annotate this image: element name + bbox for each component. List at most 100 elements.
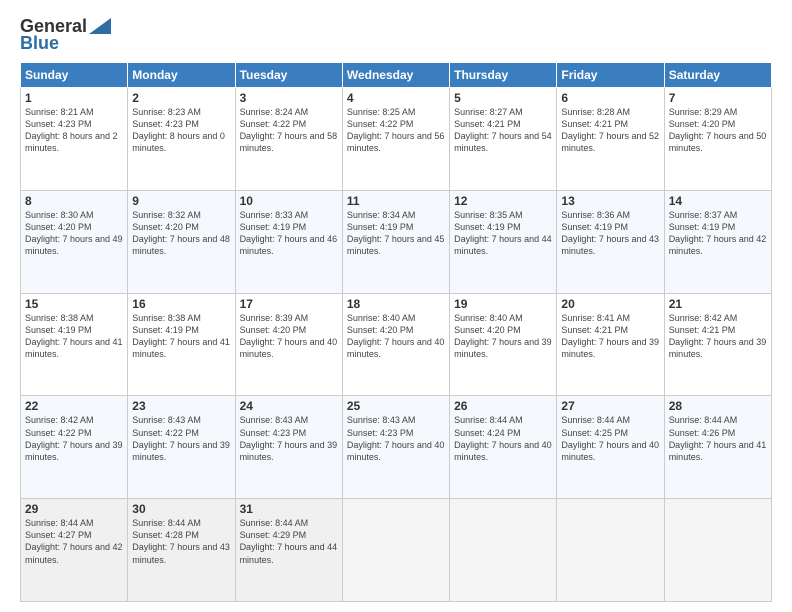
- calendar-week-1: 1 Sunrise: 8:21 AMSunset: 4:23 PMDayligh…: [21, 88, 772, 191]
- calendar-cell: 28 Sunrise: 8:44 AMSunset: 4:26 PMDaylig…: [664, 396, 771, 499]
- day-detail: Sunrise: 8:36 AMSunset: 4:19 PMDaylight:…: [561, 210, 659, 256]
- calendar-body: 1 Sunrise: 8:21 AMSunset: 4:23 PMDayligh…: [21, 88, 772, 602]
- calendar-cell: 22 Sunrise: 8:42 AMSunset: 4:22 PMDaylig…: [21, 396, 128, 499]
- day-detail: Sunrise: 8:42 AMSunset: 4:22 PMDaylight:…: [25, 415, 123, 461]
- calendar-cell: 21 Sunrise: 8:42 AMSunset: 4:21 PMDaylig…: [664, 293, 771, 396]
- calendar-cell: 26 Sunrise: 8:44 AMSunset: 4:24 PMDaylig…: [450, 396, 557, 499]
- calendar-cell: 7 Sunrise: 8:29 AMSunset: 4:20 PMDayligh…: [664, 88, 771, 191]
- day-detail: Sunrise: 8:43 AMSunset: 4:23 PMDaylight:…: [240, 415, 338, 461]
- calendar-cell: 17 Sunrise: 8:39 AMSunset: 4:20 PMDaylig…: [235, 293, 342, 396]
- day-number: 15: [25, 297, 123, 311]
- day-number: 5: [454, 91, 552, 105]
- calendar-cell: [664, 499, 771, 602]
- calendar-week-4: 22 Sunrise: 8:42 AMSunset: 4:22 PMDaylig…: [21, 396, 772, 499]
- calendar-cell: 12 Sunrise: 8:35 AMSunset: 4:19 PMDaylig…: [450, 190, 557, 293]
- day-number: 1: [25, 91, 123, 105]
- day-number: 20: [561, 297, 659, 311]
- day-number: 6: [561, 91, 659, 105]
- logo-blue-text: Blue: [20, 33, 59, 54]
- day-detail: Sunrise: 8:38 AMSunset: 4:19 PMDaylight:…: [132, 313, 230, 359]
- calendar-week-5: 29 Sunrise: 8:44 AMSunset: 4:27 PMDaylig…: [21, 499, 772, 602]
- day-number: 7: [669, 91, 767, 105]
- calendar-cell: 15 Sunrise: 8:38 AMSunset: 4:19 PMDaylig…: [21, 293, 128, 396]
- calendar-cell: 27 Sunrise: 8:44 AMSunset: 4:25 PMDaylig…: [557, 396, 664, 499]
- calendar-cell: 18 Sunrise: 8:40 AMSunset: 4:20 PMDaylig…: [342, 293, 449, 396]
- calendar-week-2: 8 Sunrise: 8:30 AMSunset: 4:20 PMDayligh…: [21, 190, 772, 293]
- day-detail: Sunrise: 8:29 AMSunset: 4:20 PMDaylight:…: [669, 107, 767, 153]
- calendar-cell: 1 Sunrise: 8:21 AMSunset: 4:23 PMDayligh…: [21, 88, 128, 191]
- day-number: 28: [669, 399, 767, 413]
- calendar-header-tuesday: Tuesday: [235, 63, 342, 88]
- calendar-cell: 13 Sunrise: 8:36 AMSunset: 4:19 PMDaylig…: [557, 190, 664, 293]
- day-number: 14: [669, 194, 767, 208]
- day-detail: Sunrise: 8:43 AMSunset: 4:23 PMDaylight:…: [347, 415, 445, 461]
- day-number: 9: [132, 194, 230, 208]
- calendar-cell: 4 Sunrise: 8:25 AMSunset: 4:22 PMDayligh…: [342, 88, 449, 191]
- day-number: 18: [347, 297, 445, 311]
- calendar-cell: 20 Sunrise: 8:41 AMSunset: 4:21 PMDaylig…: [557, 293, 664, 396]
- calendar-cell: 11 Sunrise: 8:34 AMSunset: 4:19 PMDaylig…: [342, 190, 449, 293]
- day-number: 16: [132, 297, 230, 311]
- day-number: 19: [454, 297, 552, 311]
- day-number: 31: [240, 502, 338, 516]
- day-number: 22: [25, 399, 123, 413]
- calendar-cell: 10 Sunrise: 8:33 AMSunset: 4:19 PMDaylig…: [235, 190, 342, 293]
- calendar-header-row: SundayMondayTuesdayWednesdayThursdayFrid…: [21, 63, 772, 88]
- day-number: 11: [347, 194, 445, 208]
- day-detail: Sunrise: 8:43 AMSunset: 4:22 PMDaylight:…: [132, 415, 230, 461]
- day-number: 4: [347, 91, 445, 105]
- calendar-cell: 19 Sunrise: 8:40 AMSunset: 4:20 PMDaylig…: [450, 293, 557, 396]
- calendar-cell: 25 Sunrise: 8:43 AMSunset: 4:23 PMDaylig…: [342, 396, 449, 499]
- day-number: 26: [454, 399, 552, 413]
- calendar-header-thursday: Thursday: [450, 63, 557, 88]
- day-number: 29: [25, 502, 123, 516]
- day-number: 23: [132, 399, 230, 413]
- calendar-cell: 16 Sunrise: 8:38 AMSunset: 4:19 PMDaylig…: [128, 293, 235, 396]
- day-number: 30: [132, 502, 230, 516]
- calendar-cell: 6 Sunrise: 8:28 AMSunset: 4:21 PMDayligh…: [557, 88, 664, 191]
- day-detail: Sunrise: 8:23 AMSunset: 4:23 PMDaylight:…: [132, 107, 225, 153]
- day-detail: Sunrise: 8:25 AMSunset: 4:22 PMDaylight:…: [347, 107, 445, 153]
- calendar-cell: 8 Sunrise: 8:30 AMSunset: 4:20 PMDayligh…: [21, 190, 128, 293]
- calendar-cell: 2 Sunrise: 8:23 AMSunset: 4:23 PMDayligh…: [128, 88, 235, 191]
- page: General Blue SundayMondayTuesdayWednesda…: [0, 0, 792, 612]
- day-detail: Sunrise: 8:40 AMSunset: 4:20 PMDaylight:…: [347, 313, 445, 359]
- day-detail: Sunrise: 8:34 AMSunset: 4:19 PMDaylight:…: [347, 210, 445, 256]
- day-number: 25: [347, 399, 445, 413]
- calendar-week-3: 15 Sunrise: 8:38 AMSunset: 4:19 PMDaylig…: [21, 293, 772, 396]
- calendar-cell: [450, 499, 557, 602]
- calendar-cell: 9 Sunrise: 8:32 AMSunset: 4:20 PMDayligh…: [128, 190, 235, 293]
- day-number: 2: [132, 91, 230, 105]
- day-detail: Sunrise: 8:38 AMSunset: 4:19 PMDaylight:…: [25, 313, 123, 359]
- calendar-cell: [557, 499, 664, 602]
- day-detail: Sunrise: 8:24 AMSunset: 4:22 PMDaylight:…: [240, 107, 338, 153]
- calendar-cell: 31 Sunrise: 8:44 AMSunset: 4:29 PMDaylig…: [235, 499, 342, 602]
- calendar-cell: 30 Sunrise: 8:44 AMSunset: 4:28 PMDaylig…: [128, 499, 235, 602]
- day-detail: Sunrise: 8:33 AMSunset: 4:19 PMDaylight:…: [240, 210, 338, 256]
- calendar-cell: [342, 499, 449, 602]
- day-detail: Sunrise: 8:42 AMSunset: 4:21 PMDaylight:…: [669, 313, 767, 359]
- calendar-cell: 24 Sunrise: 8:43 AMSunset: 4:23 PMDaylig…: [235, 396, 342, 499]
- logo: General Blue: [20, 16, 111, 54]
- day-detail: Sunrise: 8:40 AMSunset: 4:20 PMDaylight:…: [454, 313, 552, 359]
- day-detail: Sunrise: 8:44 AMSunset: 4:29 PMDaylight:…: [240, 518, 338, 564]
- day-number: 3: [240, 91, 338, 105]
- day-detail: Sunrise: 8:28 AMSunset: 4:21 PMDaylight:…: [561, 107, 659, 153]
- day-detail: Sunrise: 8:41 AMSunset: 4:21 PMDaylight:…: [561, 313, 659, 359]
- day-detail: Sunrise: 8:44 AMSunset: 4:26 PMDaylight:…: [669, 415, 767, 461]
- day-number: 24: [240, 399, 338, 413]
- calendar-cell: 5 Sunrise: 8:27 AMSunset: 4:21 PMDayligh…: [450, 88, 557, 191]
- day-number: 27: [561, 399, 659, 413]
- day-number: 13: [561, 194, 659, 208]
- day-number: 12: [454, 194, 552, 208]
- day-number: 21: [669, 297, 767, 311]
- calendar-header-saturday: Saturday: [664, 63, 771, 88]
- day-detail: Sunrise: 8:32 AMSunset: 4:20 PMDaylight:…: [132, 210, 230, 256]
- day-detail: Sunrise: 8:21 AMSunset: 4:23 PMDaylight:…: [25, 107, 118, 153]
- calendar-cell: 14 Sunrise: 8:37 AMSunset: 4:19 PMDaylig…: [664, 190, 771, 293]
- calendar-header-wednesday: Wednesday: [342, 63, 449, 88]
- day-detail: Sunrise: 8:35 AMSunset: 4:19 PMDaylight:…: [454, 210, 552, 256]
- day-detail: Sunrise: 8:30 AMSunset: 4:20 PMDaylight:…: [25, 210, 123, 256]
- day-detail: Sunrise: 8:44 AMSunset: 4:28 PMDaylight:…: [132, 518, 230, 564]
- day-number: 8: [25, 194, 123, 208]
